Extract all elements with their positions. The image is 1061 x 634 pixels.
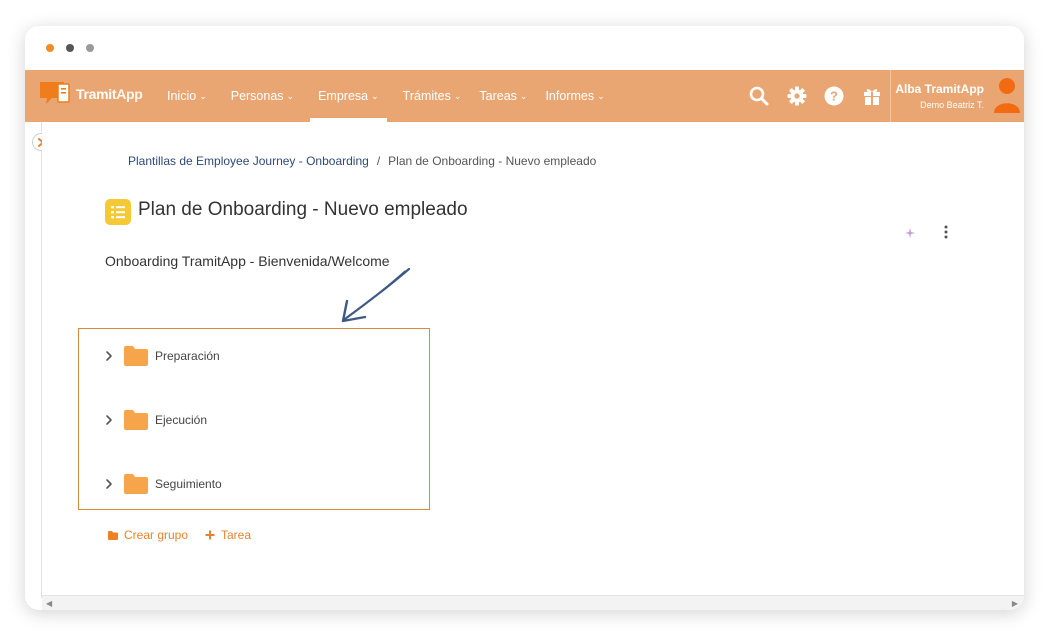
main-menu: Inicio ⌄ Personas ⌄ Empresa ⌄ Trámites ⌄ Tar…: [159, 70, 613, 122]
logo-text-app: App: [116, 86, 143, 102]
create-group-button[interactable]: Crear grupo: [108, 528, 188, 542]
window-dot-dark: [66, 44, 74, 52]
chevron-down-icon: ⌄: [597, 91, 605, 101]
collapsed-sidebar: [25, 122, 42, 598]
main-content: Plantillas de Employee Journey - Onboard…: [42, 122, 1024, 596]
logo-icon: [40, 82, 70, 104]
nav-personas-label: Personas: [230, 89, 284, 103]
add-task-button[interactable]: Tarea: [205, 528, 251, 542]
group-row-ejecucion[interactable]: Ejecución: [79, 405, 429, 435]
horizontal-scrollbar[interactable]: ◀ ▶: [42, 595, 1024, 610]
breadcrumb: Plantillas de Employee Journey - Onboard…: [128, 154, 596, 168]
svg-text:?: ?: [830, 89, 838, 104]
add-task-label: Tarea: [221, 528, 252, 542]
chevron-right-icon[interactable]: [105, 478, 113, 490]
window-chrome: [25, 26, 1024, 70]
search-icon[interactable]: [747, 84, 771, 108]
user-company: Demo Beatriz T.: [920, 100, 984, 110]
chevron-down-icon: ⌄: [519, 91, 528, 101]
nav-tareas-label: Tareas: [479, 89, 517, 103]
logo-text-tramit: Tramit: [76, 86, 117, 102]
scroll-right-icon[interactable]: ▶: [1012, 599, 1018, 608]
nav-empresa[interactable]: Empresa ⌄: [310, 70, 387, 122]
chevron-down-icon: ⌄: [371, 91, 379, 101]
chevron-down-icon: ⌄: [199, 91, 207, 101]
group-row-preparacion[interactable]: Preparación: [79, 341, 429, 371]
top-navbar: TramitApp Inicio ⌄ Personas ⌄ Empresa ⌄ Trá…: [25, 70, 1024, 122]
nav-personas[interactable]: Personas ⌄: [223, 70, 302, 122]
folder-icon: [124, 410, 148, 430]
nav-tramites-label: Trámites: [402, 89, 451, 103]
app-window: TramitApp Inicio ⌄ Personas ⌄ Empresa ⌄ Trá…: [25, 26, 1024, 610]
navbar-separator: [890, 70, 891, 122]
logo-text: TramitApp: [76, 86, 143, 102]
plus-icon: [205, 530, 215, 540]
breadcrumb-separator: /: [376, 154, 381, 168]
window-dot-gray: [86, 44, 94, 52]
gift-icon[interactable]: [860, 84, 884, 108]
avatar[interactable]: [992, 75, 1022, 115]
user-name[interactable]: Alba TramitApp: [895, 82, 984, 96]
page-title: Plan de Onboarding - Nuevo empleado: [138, 199, 468, 220]
nav-inicio[interactable]: Inicio ⌄: [159, 70, 215, 122]
group-row-seguimiento[interactable]: Seguimiento: [79, 469, 429, 499]
scroll-left-icon[interactable]: ◀: [46, 599, 52, 608]
tramitapp-logo[interactable]: TramitApp: [38, 78, 148, 112]
chevron-right-icon[interactable]: [105, 350, 113, 362]
help-icon[interactable]: ?: [822, 84, 846, 108]
folder-icon: [124, 474, 148, 494]
chevron-down-icon: ⌄: [453, 91, 462, 101]
create-group-label: Crear grupo: [124, 528, 189, 542]
chevron-down-icon: ⌄: [286, 91, 295, 101]
nav-informes[interactable]: Informes ⌄: [537, 70, 612, 122]
more-options-icon[interactable]: [943, 224, 949, 240]
nav-tramites[interactable]: Trámites ⌄: [395, 70, 470, 122]
nav-informes-label: Informes: [545, 89, 595, 103]
chevron-right-icon[interactable]: [105, 414, 113, 426]
nav-empresa-label: Empresa: [318, 89, 369, 103]
nav-tareas[interactable]: Tareas ⌄: [471, 70, 535, 122]
breadcrumb-current: Plan de Onboarding - Nuevo empleado: [388, 154, 597, 168]
folder-icon: [108, 530, 118, 540]
checklist-icon: [105, 199, 131, 225]
nav-inicio-label: Inicio: [167, 89, 197, 103]
folder-icon: [124, 346, 148, 366]
group-label: Preparación: [155, 349, 220, 363]
hand-drawn-arrow-icon: [341, 267, 411, 323]
group-label: Seguimiento: [155, 477, 222, 491]
group-label: Ejecución: [155, 413, 208, 427]
groups-list: Preparación Ejecución Seguimiento: [78, 328, 430, 510]
sparkle-icon[interactable]: [904, 226, 916, 238]
gear-icon[interactable]: [785, 84, 809, 108]
window-dot-orange: [46, 44, 54, 52]
breadcrumb-parent-link[interactable]: Plantillas de Employee Journey - Onboard…: [128, 154, 369, 168]
